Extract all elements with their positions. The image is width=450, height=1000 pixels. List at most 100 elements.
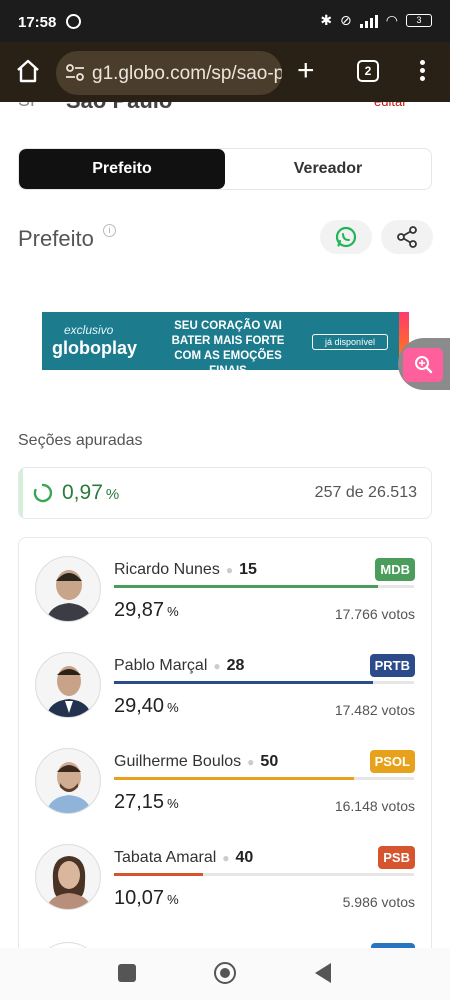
- candidate-percent-sign: %: [167, 796, 179, 811]
- candidate-number: 40: [235, 849, 254, 866]
- tab-prefeito[interactable]: Prefeito: [19, 149, 225, 189]
- banner-brand: globoplay: [52, 338, 137, 358]
- candidate-percent-sign: %: [167, 700, 179, 715]
- wifi-icon: ◠: [385, 12, 398, 28]
- person-icon: [46, 762, 92, 813]
- home-icon[interactable]: [15, 58, 41, 84]
- vote-share-fill: [114, 585, 378, 588]
- person-icon: [46, 856, 92, 909]
- separator-dot: ●: [225, 563, 234, 577]
- candidate-name: Ricardo Nunes: [114, 561, 220, 578]
- new-tab-icon[interactable]: +: [297, 56, 315, 86]
- candidate-percent-value: 29,40: [114, 695, 165, 717]
- vote-share-fill: [114, 777, 354, 780]
- whatsapp-share-button[interactable]: [320, 220, 372, 254]
- signal-icon: [359, 14, 378, 28]
- progress-accent: [19, 468, 23, 518]
- magnifier-icon: [415, 356, 433, 374]
- party-badge: PSOL: [369, 750, 415, 773]
- candidate-percent-value: 10,07: [114, 887, 165, 909]
- sections-counted-label: Seções apuradas: [18, 432, 143, 449]
- candidate-number: 28: [226, 657, 245, 674]
- candidate-row[interactable]: Guilherme Boulos ● 50 PSOL 27,15% 16.148 v…: [19, 730, 431, 826]
- candidate-votes: 16.148 votos: [334, 798, 415, 814]
- back-icon[interactable]: [315, 963, 331, 983]
- tab-switcher-button[interactable]: 2: [357, 60, 379, 82]
- zoom-button[interactable]: [403, 348, 443, 382]
- separator-dot: ●: [222, 851, 230, 865]
- ad-banner[interactable]: exclusivo globoplay SEU CORAÇÃO VAI BATE…: [42, 312, 409, 370]
- candidate-name-line: Guilherme Boulos ● 50: [114, 753, 278, 771]
- status-bar: 17:58 ✱ ⊘ ◠ 3: [0, 0, 450, 42]
- home-circle-icon[interactable]: [214, 962, 236, 984]
- section-title: Prefeito: [18, 226, 94, 251]
- party-badge: MDB: [375, 558, 415, 581]
- vote-share-fill: [114, 681, 374, 684]
- candidate-percent: 29,40%: [114, 695, 179, 718]
- page-content: SP São Paulo editar Prefeito Vereador Pr…: [0, 102, 450, 948]
- state-abbreviation: SP: [18, 102, 42, 111]
- site-settings-icon[interactable]: [65, 64, 85, 82]
- candidate-percent-sign: %: [167, 892, 179, 907]
- bluetooth-icon: ✱: [320, 12, 333, 28]
- candidate-row[interactable]: Ricardo Nunes ● 15 MDB 29,87% 17.766 votos: [19, 538, 431, 634]
- candidate-avatar: [35, 748, 101, 814]
- recents-icon[interactable]: [118, 964, 136, 982]
- candidate-name-line: Ricardo Nunes ● 15: [114, 561, 257, 579]
- candidate-votes: 17.482 votos: [334, 702, 415, 718]
- party-badge: PSB: [378, 846, 415, 869]
- info-icon[interactable]: i: [103, 224, 116, 237]
- browser-toolbar: g1.globo.com/sp/sao-paulo + 2: [0, 42, 450, 102]
- separator-dot: ●: [247, 755, 255, 769]
- url-text: g1.globo.com/sp/sao-paulo: [92, 63, 282, 84]
- candidate-name-line: Tabata Amaral ● 40: [114, 849, 253, 867]
- counting-percent-value: 0,97: [62, 481, 103, 504]
- candidate-percent-sign: %: [167, 604, 179, 619]
- system-nav-bar: [0, 948, 450, 1000]
- vote-share-bar: [114, 681, 414, 684]
- loading-spinner-icon: [33, 483, 53, 503]
- separator-dot: ●: [213, 659, 221, 673]
- candidate-percent-value: 29,87: [114, 599, 165, 621]
- status-time: 17:58: [18, 14, 57, 31]
- candidate-number: 15: [239, 561, 257, 578]
- whatsapp-notification-icon: [66, 14, 81, 29]
- candidate-percent-value: 27,15: [114, 791, 165, 813]
- banner-copy: SEU CORAÇÃO VAI BATER MAIS FORTE COM AS …: [171, 320, 285, 370]
- candidate-row[interactable]: Pablo Marçal ● 28 PRTB 29,40% 17.482 votos: [19, 634, 431, 730]
- candidate-avatar: [35, 652, 101, 718]
- vote-share-bar: [114, 873, 414, 876]
- candidate-number: 50: [260, 753, 279, 770]
- candidate-percent: 10,07%: [114, 887, 179, 910]
- battery-icon: 3: [406, 14, 432, 27]
- status-icons: ✱ ⊘ ◠ 3: [320, 12, 432, 29]
- whatsapp-icon: [335, 226, 357, 248]
- candidate-name: Tabata Amaral: [114, 849, 217, 866]
- candidates-list: Ricardo Nunes ● 15 MDB 29,87% 17.766 votos…: [18, 537, 432, 948]
- tab-vereador[interactable]: Vereador: [225, 149, 431, 189]
- candidate-name: Guilherme Boulos: [114, 753, 242, 770]
- candidate-percent: 27,15%: [114, 791, 179, 814]
- mute-icon: ⊘: [340, 12, 352, 28]
- office-toggle: Prefeito Vereador: [18, 148, 432, 190]
- address-bar[interactable]: g1.globo.com/sp/sao-paulo: [56, 51, 282, 95]
- candidate-avatar: [35, 844, 101, 910]
- vote-share-bar: [114, 777, 414, 780]
- share-button[interactable]: [381, 220, 433, 254]
- share-icon: [397, 226, 417, 248]
- candidate-name: Pablo Marçal: [114, 657, 208, 674]
- candidate-avatar: [35, 556, 101, 622]
- sections-count: 257 de 26.513: [314, 484, 417, 501]
- banner-cta: já disponível: [312, 334, 388, 350]
- counting-progress-card: 0,97% 257 de 26.513: [18, 467, 432, 519]
- edit-link[interactable]: editar: [374, 102, 407, 109]
- city-title: São Paulo: [66, 102, 172, 114]
- vote-share-fill: [114, 873, 203, 876]
- menu-kebab-icon[interactable]: [420, 60, 426, 84]
- person-icon: [46, 570, 92, 621]
- candidate-votes: 17.766 votos: [334, 606, 415, 622]
- candidate-row[interactable]: Tabata Amaral ● 40 PSB 10,07% 5.986 votos: [19, 826, 431, 922]
- candidate-votes: 5.986 votos: [342, 894, 415, 910]
- candidate-name-line: Pablo Marçal ● 28: [114, 657, 244, 675]
- candidate-row-partial[interactable]: [19, 938, 431, 948]
